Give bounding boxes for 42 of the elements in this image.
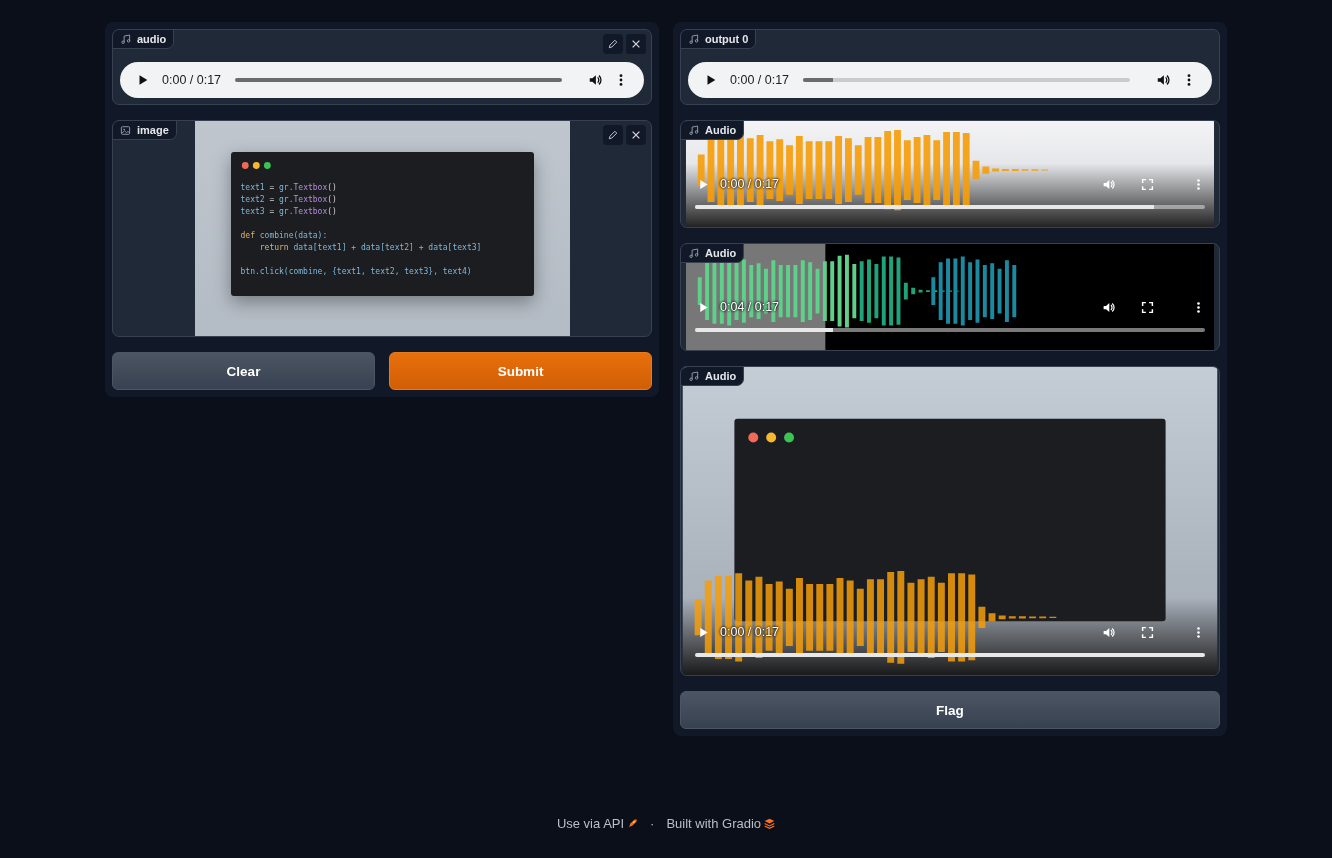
close-icon[interactable] <box>626 125 646 145</box>
music-note-icon <box>688 124 699 136</box>
volume-icon[interactable] <box>1156 73 1170 87</box>
image-icon <box>120 124 131 136</box>
submit-button[interactable]: Submit <box>389 352 652 390</box>
time-display: 0:04 / 0:17 <box>720 300 780 314</box>
volume-icon[interactable] <box>1102 300 1115 314</box>
volume-icon[interactable] <box>588 73 602 87</box>
fullscreen-icon[interactable] <box>1141 300 1154 314</box>
code-line: return data[text1] + data[text2] + data[text3] <box>258 241 483 254</box>
footer-link[interactable]: Built with Gradio <box>666 816 776 831</box>
code-line: text1 = gr.Textbox() <box>240 181 338 194</box>
time-display: 0:00 / 0:17 <box>730 73 790 87</box>
close-icon[interactable] <box>626 34 646 54</box>
separator: · <box>650 816 655 831</box>
code-line: btn.click(combine, {text1, text2, text3}, text4) <box>240 265 473 278</box>
code-line: def combine(data): <box>240 229 329 242</box>
progress-track[interactable] <box>803 78 1130 82</box>
fullscreen-icon[interactable] <box>1141 625 1154 639</box>
label-text: output 0 <box>705 33 749 45</box>
flag-button[interactable]: Flag <box>680 691 1220 729</box>
code-line: text2 = gr.Textbox() <box>240 193 338 206</box>
label-text: Audio <box>705 370 737 382</box>
label-text: Audio <box>705 247 737 259</box>
time-display: 0:00 / 0:17 <box>720 625 780 639</box>
music-note-icon <box>688 247 699 259</box>
code-line: text3 = gr.Textbox() <box>240 205 338 218</box>
label-text: audio <box>137 33 167 45</box>
play-icon[interactable] <box>697 625 710 639</box>
label-text: image <box>137 124 169 136</box>
label-text: Audio <box>705 124 737 136</box>
progress-track[interactable] <box>695 328 1205 332</box>
music-note-icon <box>120 33 131 45</box>
volume-icon[interactable] <box>1102 625 1115 639</box>
music-note-icon <box>688 370 699 382</box>
clear-button[interactable]: Clear <box>112 352 375 390</box>
edit-icon[interactable] <box>603 34 623 54</box>
time-display: 0:00 / 0:17 <box>162 73 222 87</box>
music-note-icon <box>688 33 699 45</box>
edit-icon[interactable] <box>603 125 623 145</box>
footer-link[interactable]: Use via API <box>556 816 639 831</box>
logo-icon <box>764 818 776 829</box>
